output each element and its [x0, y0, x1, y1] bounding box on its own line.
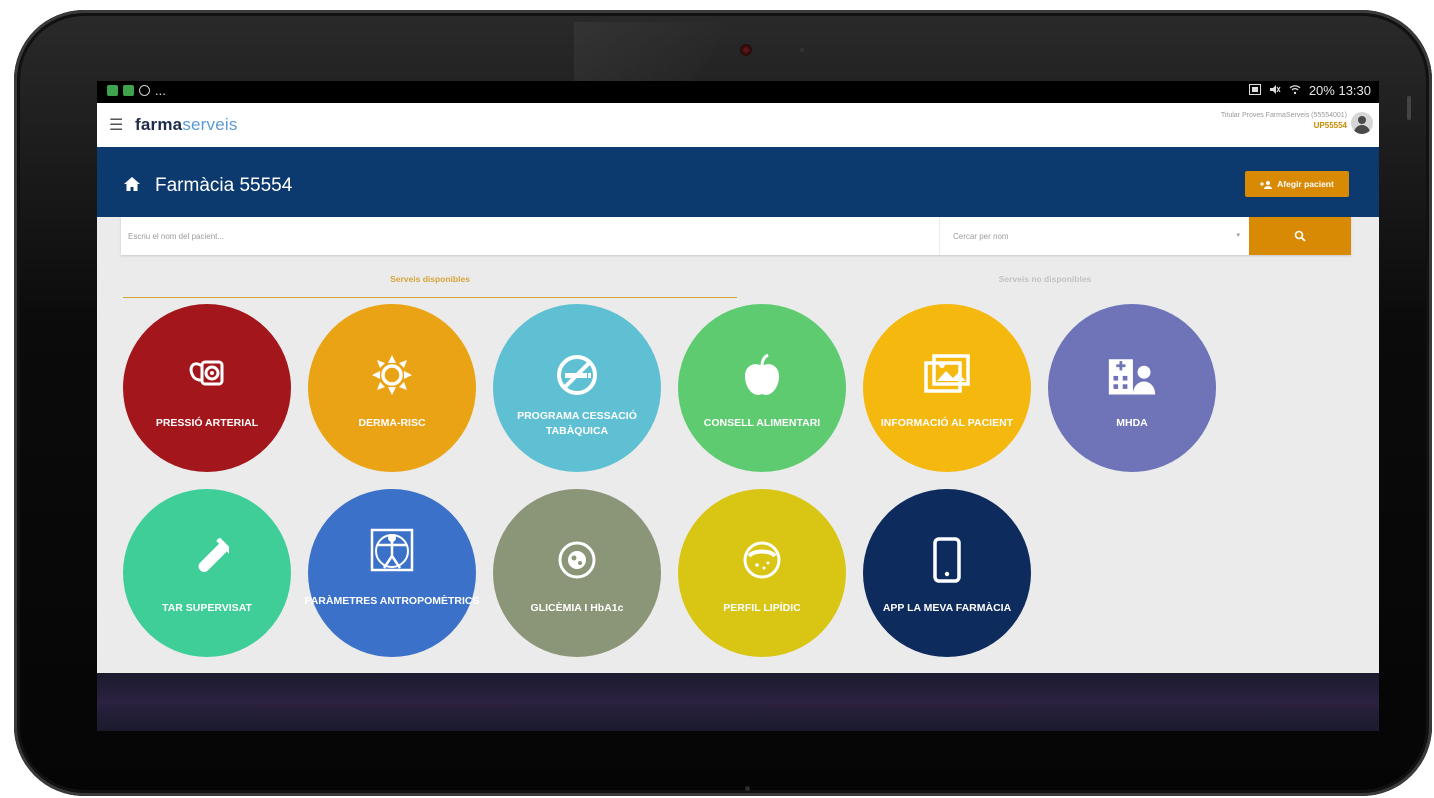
- sensor-icon: [800, 48, 804, 52]
- service-label: PROGRAMA CESSACIÓ TABÀQUICA: [517, 410, 637, 437]
- service-tile-derma-risc[interactable]: DERMA-RISC: [308, 304, 476, 472]
- page-title: Farmàcia 55554: [155, 175, 293, 196]
- service-label: APP LA MEVA FARMÀCIA: [882, 602, 1012, 614]
- dropdown-arrow-icon: ▾: [1236, 232, 1240, 239]
- top-bar: ☰ farmaserveis Titular Proves FarmaServe…: [97, 103, 1379, 147]
- wifi-icon: [1289, 83, 1301, 98]
- service-label: PRESSIÓ ARTERIAL: [155, 417, 259, 429]
- lipid-icon: [737, 535, 787, 585]
- service-tile-mhda[interactable]: MHDA: [1048, 304, 1216, 472]
- logo-light-text: serveis: [182, 115, 238, 134]
- service-label: INFORMACIÓ AL PACIENT: [880, 417, 1014, 429]
- tab-unavailable-services[interactable]: Serveis no disponibles: [737, 270, 1353, 297]
- menu-icon[interactable]: ☰: [109, 115, 123, 135]
- service-label: GLICÈMIA I HbA1c: [530, 602, 624, 614]
- search-icon: [1294, 230, 1306, 242]
- service-tabs: Serveis disponibles Serveis no disponibl…: [123, 270, 1353, 298]
- tab-available-services[interactable]: Serveis disponibles: [123, 270, 737, 298]
- service-tile-perfil-lipidic[interactable]: PERFIL LIPÍDIC: [678, 489, 846, 657]
- page-header: Farmàcia 55554 Afegir pacient: [97, 147, 1379, 217]
- battery-clock: 20% 13:30: [1308, 83, 1371, 98]
- sync-icon: [139, 85, 150, 96]
- status-right: 20% 13:30: [1248, 83, 1371, 98]
- service-label: CONSELL ALIMENTARI: [703, 417, 821, 429]
- status-left: ...: [107, 83, 166, 98]
- add-patient-button[interactable]: Afegir pacient: [1245, 171, 1349, 197]
- side-button: [1407, 96, 1411, 120]
- service-tile-app-la-meva-farmacia[interactable]: APP LA MEVA FARMÀCIA: [863, 489, 1031, 657]
- vitruvian-man-icon: [367, 525, 417, 575]
- camera-icon: [740, 44, 752, 56]
- search-button[interactable]: [1249, 217, 1351, 255]
- logo[interactable]: farmaserveis: [135, 115, 238, 135]
- notification-icon: [107, 85, 118, 96]
- phone-icon: [922, 535, 972, 585]
- blood-pressure-icon: [182, 350, 232, 400]
- hospital-user-icon: [1107, 350, 1157, 400]
- service-tile-informacio-al-pacient[interactable]: INFORMACIÓ AL PACIENT: [863, 304, 1031, 472]
- avatar[interactable]: [1351, 112, 1373, 134]
- service-tile-tar-supervisat[interactable]: TAR SUPERVISAT: [123, 489, 291, 657]
- screen: ... 20% 13:30 ☰ farmaserveis Titular Pro…: [97, 81, 1379, 731]
- service-tile-cessacio-tabaquica[interactable]: PROGRAMA CESSACIÓ TABÀQUICA: [493, 304, 661, 472]
- home-sensor-icon: [745, 786, 750, 791]
- service-label: PARÀMETRES ANTROPOMÈTRICS: [304, 595, 480, 607]
- more-notifications: ...: [155, 83, 166, 98]
- service-label: MHDA: [1116, 417, 1148, 429]
- notification-icon: [123, 85, 134, 96]
- no-smoking-icon: [552, 350, 602, 400]
- images-icon: [922, 350, 972, 400]
- glucose-icon: [552, 535, 602, 585]
- service-tile-glicemia[interactable]: GLICÈMIA I HbA1c: [493, 489, 661, 657]
- user-code: UP55554: [1313, 121, 1347, 130]
- search-type-value: Cercar per nom: [953, 232, 1009, 241]
- home-icon[interactable]: [123, 176, 141, 197]
- search-bar: Cercar per nom ▾: [121, 217, 1351, 255]
- sun-icon: [367, 350, 417, 400]
- screenshot-icon: [1248, 83, 1261, 98]
- wallpaper-area: [97, 673, 1379, 731]
- patient-search-input[interactable]: [121, 217, 937, 255]
- logo-bold-text: farma: [135, 115, 183, 134]
- service-label: PERFIL LIPÍDIC: [723, 602, 801, 614]
- service-tile-parametres-antropometrics[interactable]: PARÀMETRES ANTROPOMÈTRICS: [304, 489, 480, 657]
- service-label: DERMA-RISC: [358, 417, 426, 429]
- service-label: TAR SUPERVISAT: [162, 602, 252, 614]
- test-tube-icon: [182, 535, 232, 585]
- service-tile-pressio-arterial[interactable]: PRESSIÓ ARTERIAL: [123, 304, 291, 472]
- user-info[interactable]: Titular Proves FarmaServeis (55554001) U…: [1221, 112, 1347, 130]
- status-bar: ... 20% 13:30: [97, 81, 1379, 103]
- add-patient-label: Afegir pacient: [1277, 179, 1334, 189]
- mute-icon: [1269, 83, 1281, 98]
- service-tile-consell-alimentari[interactable]: CONSELL ALIMENTARI: [678, 304, 846, 472]
- search-type-select[interactable]: Cercar per nom ▾: [939, 217, 1250, 255]
- app: ☰ farmaserveis Titular Proves FarmaServe…: [97, 103, 1379, 673]
- add-user-icon: [1260, 180, 1273, 189]
- screen-glare: [574, 22, 734, 90]
- apple-icon: [737, 350, 787, 400]
- user-name: Titular Proves FarmaServeis (55554001): [1220, 112, 1347, 119]
